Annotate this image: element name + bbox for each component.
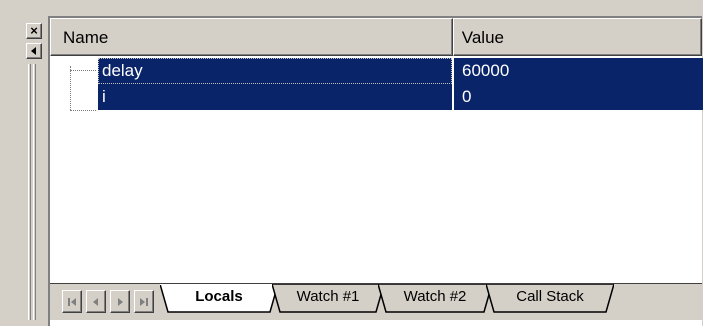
next-icon[interactable] <box>110 290 130 313</box>
variables-list: delay 60000 i 0 <box>50 58 703 111</box>
prev-icon[interactable] <box>86 290 106 313</box>
tab-label: Locals <box>195 288 243 305</box>
table-row[interactable]: i 0 <box>50 84 703 110</box>
row-value[interactable]: 0 <box>454 84 703 110</box>
row-value[interactable]: 60000 <box>454 58 703 84</box>
column-header-name[interactable]: Name <box>50 18 453 56</box>
tab-locals[interactable]: Locals <box>160 284 278 314</box>
column-header: Name Value <box>50 18 702 56</box>
variables-pane: Name Value delay 60000 i 0 <box>48 16 703 326</box>
tab-call-stack[interactable]: Call Stack <box>486 284 614 314</box>
tab-watch-2[interactable]: Watch #2 <box>378 284 492 314</box>
dock-grip[interactable] <box>33 64 36 320</box>
tab-watch-1[interactable]: Watch #1 <box>272 284 384 314</box>
first-icon[interactable] <box>62 290 82 313</box>
row-name[interactable]: i <box>98 84 452 110</box>
close-icon[interactable]: × <box>26 23 42 39</box>
collapse-arrow-icon[interactable] <box>26 43 42 59</box>
tab-label: Watch #2 <box>403 288 467 305</box>
tree-line <box>70 110 96 111</box>
tab-strip: Locals Watch #1 Watch #2 Call Stack <box>50 283 702 320</box>
row-name[interactable]: delay <box>98 58 452 84</box>
dock-grip[interactable] <box>28 64 31 320</box>
column-header-value[interactable]: Value <box>452 18 702 56</box>
dock-bar: × <box>0 0 48 326</box>
tab-label: Watch #1 <box>296 288 360 305</box>
tab-label: Call Stack <box>516 288 584 305</box>
table-row[interactable]: delay 60000 <box>50 58 703 84</box>
last-icon[interactable] <box>134 290 154 313</box>
